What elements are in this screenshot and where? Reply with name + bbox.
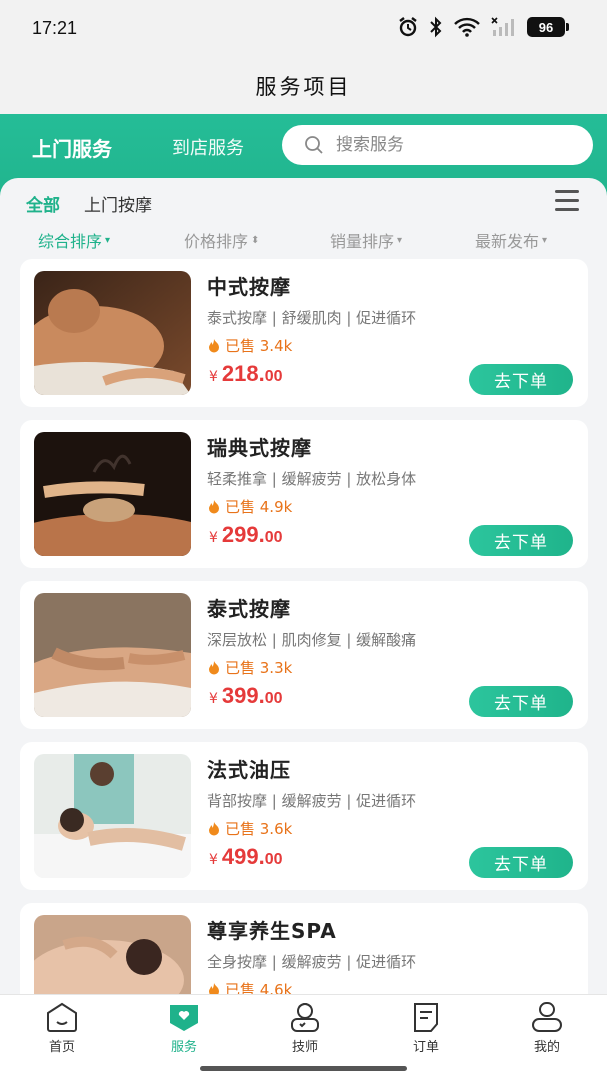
nav-label: 首页 bbox=[48, 1040, 75, 1055]
sort-bar: 综合排序 ▾ 价格排序 ⬍ 销量排序 ▾ 最新发布 ▾ bbox=[0, 228, 607, 252]
product-image bbox=[34, 754, 191, 878]
fire-icon bbox=[209, 500, 219, 514]
status-icons: 96 bbox=[397, 16, 569, 38]
search-input[interactable] bbox=[336, 135, 566, 155]
currency-symbol: ¥ bbox=[209, 691, 218, 707]
price-integer: 499. bbox=[221, 844, 265, 869]
sold-text: 已售 3.6k bbox=[225, 820, 293, 838]
currency-symbol: ¥ bbox=[209, 369, 218, 385]
sold-text: 已售 3.4k bbox=[225, 337, 293, 355]
bluetooth-icon bbox=[430, 16, 442, 38]
product-card[interactable]: 中式按摩 泰式按摩 | 舒缓肌肉 | 促进循环 已售 3.4k ¥ 218. 0… bbox=[20, 259, 588, 407]
price-integer: 299. bbox=[221, 522, 265, 547]
product-card[interactable]: 瑞典式按摩 轻柔推拿 | 缓解疲劳 | 放松身体 已售 4.9k ¥ 299. … bbox=[20, 420, 588, 568]
price-decimal: 00 bbox=[264, 529, 283, 546]
sort-comprehensive[interactable]: 综合排序 ▾ bbox=[38, 228, 110, 252]
product-card[interactable]: 泰式按摩 深层放松 | 肌肉修复 | 缓解酸痛 已售 3.3k ¥ 399. 0… bbox=[20, 581, 588, 729]
sold-text: 已售 4.9k bbox=[225, 498, 293, 516]
currency-symbol: ¥ bbox=[209, 530, 218, 546]
order-button[interactable]: 去下单 bbox=[469, 525, 573, 556]
product-image bbox=[34, 432, 191, 556]
tab-store-service[interactable]: 到店服务 bbox=[172, 134, 244, 160]
sold-count: 已售 3.6k bbox=[207, 818, 292, 839]
price-decimal: 00 bbox=[264, 368, 283, 385]
nav-label: 订单 bbox=[412, 1040, 439, 1055]
product-image bbox=[34, 593, 191, 717]
caret-down-icon: ▾ bbox=[542, 234, 548, 246]
product-tags: 深层放松 | 肌肉修复 | 缓解酸痛 bbox=[207, 631, 417, 649]
nav-home[interactable]: 首页 bbox=[22, 1001, 102, 1055]
order-button[interactable]: 去下单 bbox=[469, 364, 573, 395]
menu-icon[interactable] bbox=[555, 190, 579, 214]
sold-text: 已售 3.3k bbox=[225, 659, 293, 677]
sort-newest[interactable]: 最新发布 ▾ bbox=[475, 228, 547, 252]
technician-icon bbox=[291, 1003, 319, 1032]
caret-down-icon: ▾ bbox=[105, 234, 111, 246]
product-price: ¥ 218. 00 bbox=[209, 361, 283, 387]
product-card[interactable]: 法式油压 背部按摩 | 缓解疲劳 | 促进循环 已售 3.6k ¥ 499. 0… bbox=[20, 742, 588, 890]
fire-icon bbox=[209, 822, 219, 836]
status-bar: 17:21 96 bbox=[0, 0, 607, 58]
sort-label: 综合排序 bbox=[38, 232, 103, 251]
tab-home-service[interactable]: 上门服务 bbox=[32, 133, 112, 162]
profile-icon bbox=[532, 1002, 562, 1032]
sold-count: 已售 4.9k bbox=[207, 496, 292, 517]
category-home-massage[interactable]: 上门按摩 bbox=[84, 191, 152, 216]
order-button[interactable]: 去下单 bbox=[469, 686, 573, 717]
caret-down-icon: ▾ bbox=[397, 234, 403, 246]
product-price: ¥ 299. 00 bbox=[209, 522, 283, 548]
category-tabs: 全部 上门按摩 bbox=[26, 191, 152, 216]
product-tags: 泰式按摩 | 舒缓肌肉 | 促进循环 bbox=[207, 309, 417, 327]
status-time: 17:21 bbox=[32, 18, 78, 38]
product-title: 尊享养生SPA bbox=[207, 919, 337, 943]
wifi-icon bbox=[454, 17, 480, 37]
search-icon bbox=[305, 136, 323, 154]
nav-orders[interactable]: 订单 bbox=[386, 1001, 466, 1055]
sort-label: 销量排序 bbox=[330, 232, 395, 251]
search-bar[interactable] bbox=[282, 125, 593, 165]
price-decimal: 00 bbox=[264, 851, 283, 868]
product-tags: 轻柔推拿 | 缓解疲劳 | 放松身体 bbox=[207, 470, 417, 488]
currency-symbol: ¥ bbox=[209, 852, 218, 868]
service-icon bbox=[170, 1005, 198, 1031]
price-integer: 399. bbox=[221, 683, 265, 708]
price-integer: 218. bbox=[221, 361, 265, 386]
price-decimal: 00 bbox=[264, 690, 283, 707]
sort-updown-icon: ⬍ bbox=[251, 234, 260, 246]
fire-icon bbox=[209, 661, 219, 675]
product-title: 法式油压 bbox=[207, 758, 291, 782]
product-image bbox=[34, 271, 191, 395]
sold-count: 已售 3.3k bbox=[207, 657, 292, 678]
sort-sales[interactable]: 销量排序 ▾ bbox=[330, 228, 402, 252]
home-icon bbox=[47, 1002, 77, 1032]
home-indicator[interactable] bbox=[200, 1066, 407, 1071]
fire-icon bbox=[209, 339, 219, 353]
product-title: 中式按摩 bbox=[207, 275, 291, 299]
product-tags: 全身按摩 | 缓解疲劳 | 促进循环 bbox=[207, 953, 417, 971]
product-price: ¥ 499. 00 bbox=[209, 844, 283, 870]
nav-label: 技师 bbox=[291, 1040, 318, 1055]
product-title: 泰式按摩 bbox=[207, 597, 291, 621]
nav-label: 服务 bbox=[170, 1040, 197, 1055]
category-all[interactable]: 全部 bbox=[26, 191, 60, 216]
sort-price[interactable]: 价格排序 ⬍ bbox=[184, 228, 259, 252]
sort-label: 价格排序 bbox=[184, 232, 249, 251]
product-tags: 背部按摩 | 缓解疲劳 | 促进循环 bbox=[207, 792, 417, 810]
nav-technician[interactable]: 技师 bbox=[265, 1001, 345, 1055]
alarm-icon bbox=[399, 17, 417, 37]
order-icon bbox=[414, 1003, 438, 1032]
nav-service[interactable]: 服务 bbox=[144, 1001, 224, 1055]
product-title: 瑞典式按摩 bbox=[207, 436, 312, 460]
title-bar: 服务项目 bbox=[0, 58, 607, 114]
nav-label: 我的 bbox=[533, 1040, 560, 1055]
battery-indicator: 96 bbox=[527, 17, 569, 37]
product-price: ¥ 399. 00 bbox=[209, 683, 283, 709]
signal-icon bbox=[491, 17, 514, 36]
nav-profile[interactable]: 我的 bbox=[507, 1001, 587, 1055]
page-title: 服务项目 bbox=[255, 75, 352, 99]
sold-count: 已售 3.4k bbox=[207, 335, 292, 356]
order-button[interactable]: 去下单 bbox=[469, 847, 573, 878]
sort-label: 最新发布 bbox=[475, 232, 540, 251]
